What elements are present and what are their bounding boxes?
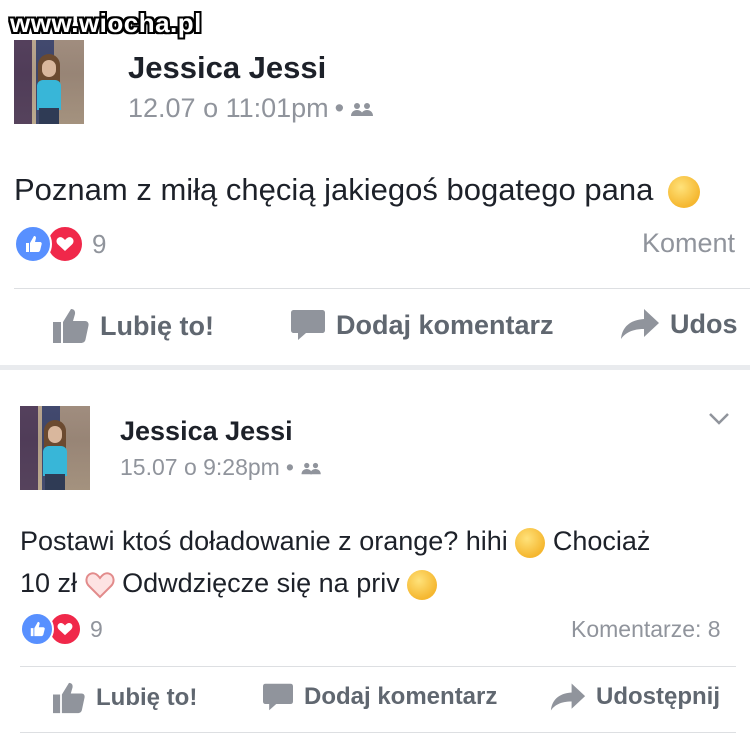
comment-button-label: Dodaj komentarz bbox=[336, 309, 554, 340]
share-button[interactable]: Udostępnij bbox=[550, 682, 720, 712]
thumbs-up-icon bbox=[20, 612, 54, 646]
like-button-label: Lubię to! bbox=[100, 310, 214, 341]
like-button[interactable]: Lubię to! bbox=[52, 308, 214, 344]
watermark: www.wiocha.pl bbox=[10, 8, 202, 38]
share-button[interactable]: Udos bbox=[620, 308, 738, 340]
kissing-face-emoji bbox=[407, 569, 438, 600]
post-text-line: Chociaż bbox=[552, 526, 651, 556]
heart-emoji bbox=[85, 572, 115, 599]
post-meta: 15.07 o 9:28pm • bbox=[120, 454, 324, 481]
comment-button-label: Dodaj komentarz bbox=[304, 683, 498, 710]
like-button[interactable]: Lubię to! bbox=[52, 682, 197, 714]
share-button-label: Udos bbox=[670, 308, 738, 339]
thumbs-up-icon bbox=[53, 682, 85, 714]
reactions-summary[interactable]: 9 bbox=[20, 612, 103, 646]
post-text: Poznam z miłą chęcią jakiegoś bogatego p… bbox=[14, 172, 700, 208]
share-arrow-icon bbox=[621, 309, 659, 339]
post-card: Jessica Jessi 15.07 o 9:28pm • Postawi kt… bbox=[0, 370, 750, 750]
like-button-label: Lubię to! bbox=[96, 684, 198, 711]
post-text: Postawi ktoś doładowanie z orange? hihi … bbox=[20, 520, 650, 604]
post-text-line: Odwdzięcze się na priv bbox=[122, 568, 400, 598]
reaction-count: 9 bbox=[90, 615, 103, 642]
avatar[interactable] bbox=[20, 406, 90, 490]
comments-count[interactable]: Komentarze: 8 bbox=[571, 616, 721, 643]
post-text-line: Postawi ktoś doładowanie z orange? hihi bbox=[20, 526, 508, 556]
friends-icon bbox=[351, 102, 374, 116]
reactions-summary[interactable]: 9 bbox=[14, 225, 106, 263]
divider bbox=[20, 732, 736, 733]
avatar[interactable] bbox=[14, 40, 84, 124]
thumbs-up-icon bbox=[53, 309, 89, 343]
divider bbox=[20, 666, 736, 667]
post-meta: 12.07 o 11:01pm • bbox=[128, 93, 376, 124]
post-text-content: Poznam z miłą chęcią jakiegoś bogatego p… bbox=[14, 172, 654, 207]
author-name[interactable]: Jessica Jessi bbox=[120, 416, 293, 447]
post-card: Jessica Jessi 12.07 o 11:01pm • Poznam z … bbox=[0, 0, 750, 365]
post-timestamp[interactable]: 15.07 o 9:28pm bbox=[120, 454, 280, 480]
chevron-down-icon[interactable] bbox=[708, 412, 730, 426]
comments-count[interactable]: Koment bbox=[642, 228, 735, 259]
comment-icon bbox=[263, 683, 293, 711]
post-timestamp[interactable]: 12.07 o 11:01pm bbox=[128, 93, 329, 123]
meta-dot: • bbox=[334, 93, 345, 123]
thumbs-up-icon bbox=[14, 225, 52, 263]
comment-button[interactable]: Dodaj komentarz bbox=[262, 682, 497, 712]
friends-icon bbox=[301, 462, 321, 475]
kissing-face-emoji bbox=[667, 175, 700, 208]
share-arrow-icon bbox=[550, 683, 586, 711]
comment-icon bbox=[291, 310, 325, 340]
post-text-line: 10 zł bbox=[20, 568, 78, 598]
share-button-label: Udostępnij bbox=[596, 683, 720, 710]
meta-dot: • bbox=[285, 454, 294, 480]
author-name[interactable]: Jessica Jessi bbox=[128, 50, 326, 86]
reaction-count: 9 bbox=[92, 228, 107, 259]
comment-button[interactable]: Dodaj komentarz bbox=[290, 308, 554, 342]
divider bbox=[14, 288, 750, 289]
kissing-face-emoji bbox=[515, 527, 546, 558]
